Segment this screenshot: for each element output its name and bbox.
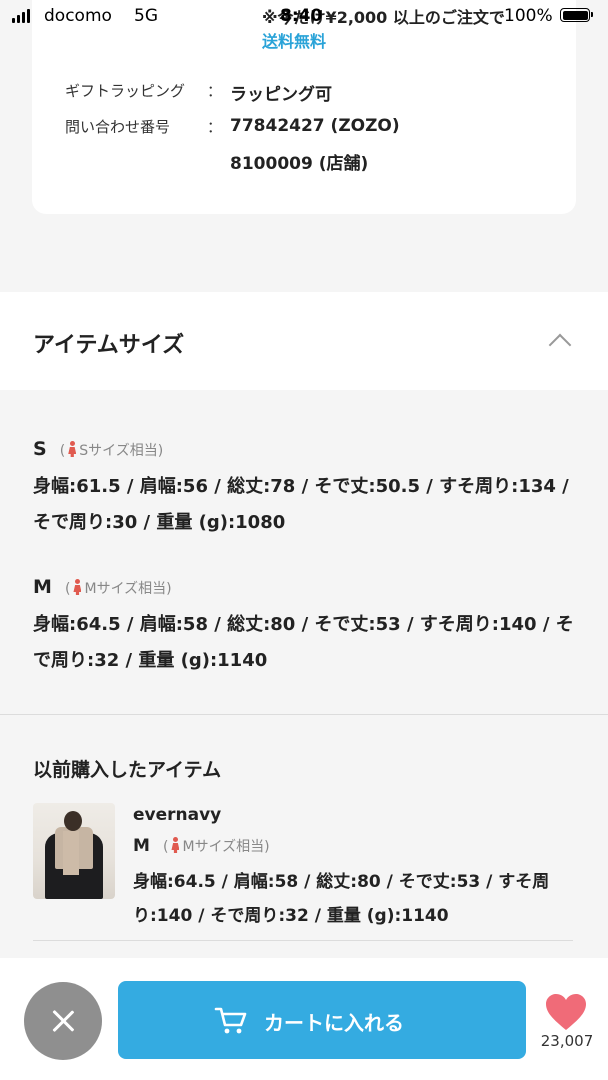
person-icon xyxy=(68,441,76,457)
size-paren: ( xyxy=(59,443,66,459)
inquiry-number-store: 8100009 (店舗) xyxy=(230,154,369,174)
network-type: 5G xyxy=(134,6,158,26)
inquiry-number-label: 問い合わせ番号 xyxy=(65,118,171,136)
size-equivalent: Sサイズ相当 xyxy=(79,443,158,459)
size-row-s: S ( Sサイズ相当) xyxy=(33,438,163,460)
size-measurements: 身幅:64.5 / 肩幅:58 / 総丈:80 / そで丈:53 / すそ周り:… xyxy=(33,614,574,671)
size-row-m: M ( Mサイズ相当) xyxy=(33,576,172,598)
carrier-name: docomo xyxy=(44,6,112,26)
status-bar: docomo 5G 8:40 100% xyxy=(0,0,608,34)
size-paren: ( xyxy=(65,581,71,597)
section-divider xyxy=(33,940,573,941)
close-button[interactable] xyxy=(24,982,102,1060)
signal-icon xyxy=(12,9,30,23)
item-size-body: S ( Sサイズ相当) 身幅:61.5 / 肩幅:56 / 総丈:78 / そで丈… xyxy=(0,390,608,714)
size-equivalent: Mサイズ相当 xyxy=(182,839,265,855)
size-name: S xyxy=(33,438,47,460)
battery-percent: 100% xyxy=(504,6,553,26)
gift-wrapping-label: ギフトラッピング xyxy=(65,82,186,100)
size-paren: ( xyxy=(163,839,169,855)
previous-purchase-section: 以前購入したアイテム evernavy M ( Mサイズ相当) 身幅:64.5 /… xyxy=(0,715,608,960)
previous-item-brand[interactable]: evernavy xyxy=(133,805,221,825)
spec-colon: ： xyxy=(207,82,223,100)
cart-icon xyxy=(214,1007,247,1034)
person-icon xyxy=(171,837,179,853)
add-to-cart-button[interactable]: カートに入れる xyxy=(118,981,526,1059)
size-equivalent: Mサイズ相当 xyxy=(84,581,167,597)
previous-purchase-title: 以前購入したアイテム xyxy=(33,759,222,781)
bottom-action-bar: カートに入れる 23,007 xyxy=(0,958,608,1080)
inquiry-number-zozo: 77842427 (ZOZO) xyxy=(230,116,400,136)
spec-colon: ： xyxy=(207,118,223,136)
size-paren: ) xyxy=(166,581,172,597)
gift-wrapping-value: ラッピング可 xyxy=(230,85,332,105)
item-size-title: アイテムサイズ xyxy=(33,333,185,358)
previous-item-thumbnail[interactable] xyxy=(33,803,115,899)
heart-icon xyxy=(546,994,586,1030)
close-icon xyxy=(51,1009,75,1033)
size-measurements: 身幅:61.5 / 肩幅:56 / 総丈:78 / そで丈:50.5 / すそ周… xyxy=(33,476,569,533)
add-to-cart-label: カートに入れる xyxy=(264,1013,404,1035)
size-paren: ) xyxy=(157,443,164,459)
size-name: M xyxy=(33,576,52,598)
favorite-count: 23,007 xyxy=(540,1032,594,1050)
clock: 8:40 xyxy=(280,6,323,26)
person-icon xyxy=(73,579,81,595)
previous-item-size: M ( Mサイズ相当) xyxy=(133,836,270,856)
previous-item-measurements: 身幅:64.5 / 肩幅:58 / 総丈:80 / そで丈:53 / すそ周り:… xyxy=(133,872,550,926)
size-paren: ) xyxy=(264,839,270,855)
favorite-button[interactable]: 23,007 xyxy=(534,988,600,1058)
size-name: M xyxy=(133,836,150,856)
battery-icon xyxy=(560,8,593,22)
item-size-header[interactable]: アイテムサイズ xyxy=(0,292,608,390)
